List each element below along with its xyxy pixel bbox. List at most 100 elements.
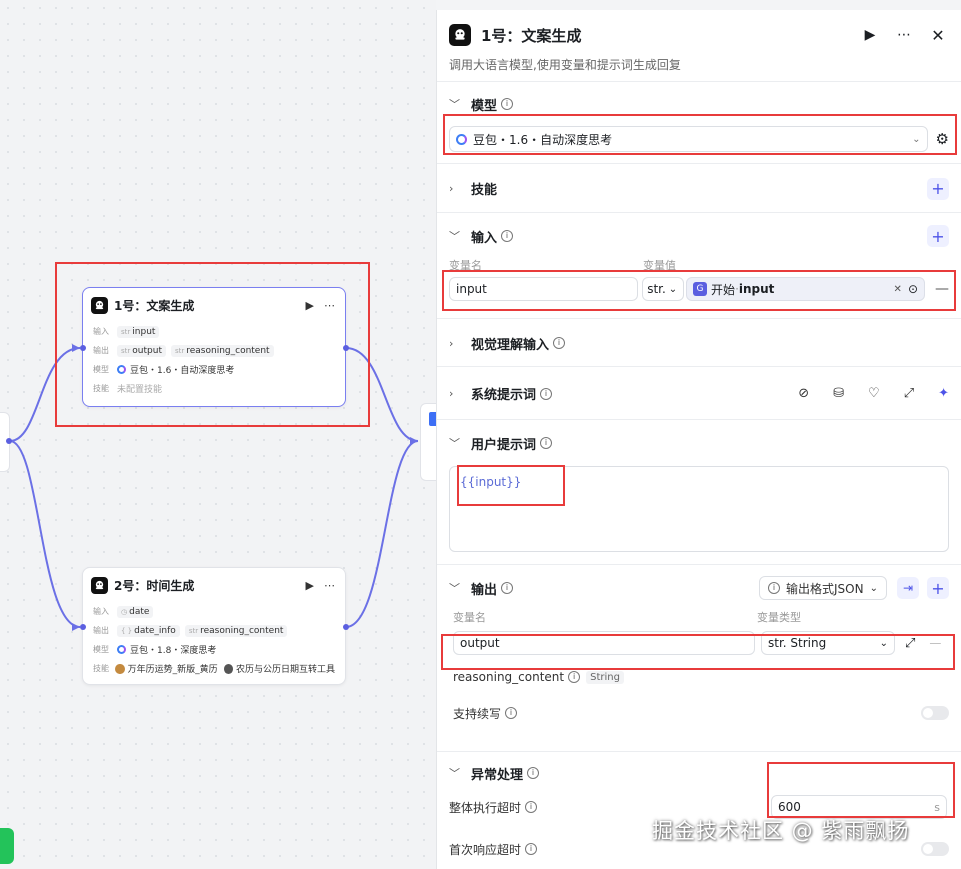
workflow-canvas[interactable]: 1号：文案生成 ▶ ⋯ 输入 str input 输出 str output str… bbox=[0, 0, 436, 869]
node2-input-port[interactable] bbox=[80, 624, 86, 630]
type-tag: str bbox=[174, 346, 185, 355]
info-icon[interactable]: i bbox=[553, 337, 566, 349]
info-icon[interactable]: i bbox=[505, 707, 518, 719]
node1-input-port[interactable] bbox=[80, 345, 86, 351]
skill-empty-text: 未配置技能 bbox=[117, 385, 163, 395]
info-icon[interactable]: i bbox=[501, 230, 514, 242]
chevron-down-icon: ⌄ bbox=[879, 637, 888, 649]
model-name: 豆包・1.8・深度思考 bbox=[130, 646, 217, 656]
type-value: str. bbox=[647, 282, 666, 296]
node-title: 2号：时间生成 bbox=[114, 578, 195, 593]
more-icon[interactable]: ⋯ bbox=[324, 579, 335, 592]
ai-optimize-icon[interactable]: ✦ bbox=[938, 386, 949, 401]
arrow-end bbox=[410, 437, 418, 445]
run-icon[interactable]: ▶ bbox=[306, 299, 314, 312]
edge-node1-end bbox=[345, 347, 419, 442]
node-config-panel: 1号：文案生成 ▶ ⋯ ✕ 调用大语言模型,使用变量和提示词生成回复 ﹀ 模型 … bbox=[436, 10, 961, 869]
start-node-icon: G bbox=[693, 282, 708, 296]
more-icon[interactable]: ⋯ bbox=[324, 299, 335, 312]
node2-output-port[interactable] bbox=[343, 624, 349, 630]
node-1-copywriting[interactable]: 1号：文案生成 ▶ ⋯ 输入 str input 输出 str output str… bbox=[82, 287, 346, 407]
row-label: 输出 bbox=[93, 346, 109, 355]
input-ref-value[interactable]: G 开始 · input ✕ ⊙ bbox=[686, 277, 925, 301]
section-model: ﹀ 模型 i 豆包・1.6・自动深度思考 ⌄ ⚙ bbox=[437, 82, 961, 164]
info-icon[interactable]: i bbox=[501, 582, 514, 594]
doubao-icon bbox=[117, 365, 126, 374]
user-prompt-editor[interactable]: {{input}} bbox=[449, 466, 949, 552]
chevron-down-icon[interactable]: ﹀ bbox=[449, 765, 463, 781]
close-icon[interactable]: ✕ bbox=[929, 26, 947, 45]
prompt-library-icon[interactable]: ⛁ bbox=[833, 386, 844, 401]
chevron-right-icon[interactable]: › bbox=[449, 387, 463, 400]
info-icon[interactable]: i bbox=[540, 437, 553, 449]
run-icon[interactable]: ▶ bbox=[306, 579, 314, 592]
more-icon[interactable]: ⋯ bbox=[895, 27, 913, 43]
run-icon[interactable]: ▶ bbox=[861, 27, 879, 43]
output-type-select[interactable]: str. String ⌄ bbox=[761, 631, 895, 655]
column-label: 变量值 bbox=[643, 259, 676, 272]
first-response-toggle[interactable] bbox=[921, 842, 949, 856]
section-skills: › 技能 + bbox=[437, 164, 961, 213]
clear-icon[interactable]: ✕ bbox=[894, 284, 902, 295]
section-exception: ﹀ 异常处理 i 整体执行超时 i 600 s 首次响应超时 i bbox=[437, 752, 961, 862]
continue-toggle[interactable] bbox=[921, 706, 949, 720]
compass-icon[interactable]: ⊘ bbox=[798, 386, 809, 401]
chip-text: input bbox=[132, 326, 156, 337]
chip-text: output bbox=[132, 345, 162, 356]
info-icon[interactable]: i bbox=[501, 98, 514, 110]
panel-description[interactable]: 调用大语言模型,使用变量和提示词生成回复 bbox=[449, 56, 947, 73]
node-output-row: 输出 { } date_info str reasoning_content bbox=[83, 621, 345, 640]
remove-output-button[interactable]: — bbox=[929, 636, 941, 650]
section-system-prompt: › 系统提示词 i ⊘ ⛁ ♡ ⤢ ✦ bbox=[437, 367, 961, 420]
start-output-port[interactable] bbox=[6, 438, 12, 444]
chevron-down-icon[interactable]: ﹀ bbox=[449, 580, 463, 596]
chevron-right-icon[interactable]: › bbox=[449, 337, 463, 350]
chip-text: date bbox=[129, 606, 150, 617]
model-select[interactable]: 豆包・1.6・自动深度思考 ⌄ bbox=[449, 126, 928, 152]
input-type-select[interactable]: str. ⌄ bbox=[642, 277, 685, 301]
chevron-down-icon[interactable]: ﹀ bbox=[449, 228, 463, 244]
model-value: 豆包・1.6・自动深度思考 bbox=[473, 132, 613, 147]
variable-picker-icon[interactable]: ⊙ bbox=[908, 282, 918, 296]
object-icon: { } bbox=[121, 626, 133, 635]
panel-title[interactable]: 1号：文案生成 bbox=[481, 25, 845, 46]
add-input-button[interactable]: + bbox=[927, 225, 949, 247]
output-var-name[interactable]: output bbox=[453, 631, 755, 655]
row-label: 模型 bbox=[93, 365, 109, 374]
chevron-right-icon[interactable]: › bbox=[449, 182, 463, 195]
add-output-button[interactable]: + bbox=[927, 577, 949, 599]
output-format-select[interactable]: i 输出格式JSON ⌄ bbox=[759, 576, 887, 600]
bulb-icon[interactable]: ♡ bbox=[868, 386, 880, 401]
info-icon[interactable]: i bbox=[525, 843, 538, 855]
info-icon[interactable]: i bbox=[540, 387, 553, 400]
remove-input-button[interactable]: — bbox=[935, 281, 949, 297]
input-var-name[interactable]: input bbox=[449, 277, 639, 301]
expand-icon[interactable]: ⤢ bbox=[905, 636, 915, 651]
end-node-stub[interactable] bbox=[420, 403, 436, 481]
row-label: 技能 bbox=[93, 384, 109, 393]
end-node-icon bbox=[429, 412, 436, 426]
gear-icon[interactable]: ⚙ bbox=[936, 130, 949, 148]
node-2-time[interactable]: 2号：时间生成 ▶ ⋯ 输入 ◷ date 输出 { } date_info str… bbox=[82, 567, 346, 685]
edge-start-node2 bbox=[9, 440, 81, 628]
chevron-down-icon[interactable]: ﹀ bbox=[449, 96, 463, 112]
clock-icon: ◷ bbox=[121, 607, 128, 616]
section-title: 输入 bbox=[471, 230, 498, 246]
chevron-down-icon[interactable]: ﹀ bbox=[449, 435, 463, 451]
field-value: output bbox=[460, 636, 500, 650]
column-label: 变量类型 bbox=[757, 611, 801, 624]
doubao-icon bbox=[117, 645, 126, 654]
section-title: 技能 bbox=[471, 183, 498, 198]
node1-output-port[interactable] bbox=[343, 345, 349, 351]
info-icon[interactable]: i bbox=[568, 671, 581, 683]
info-icon[interactable]: i bbox=[527, 767, 540, 779]
section-title: 输出 bbox=[471, 582, 498, 598]
import-icon[interactable]: ⇥ bbox=[897, 577, 919, 599]
info-icon[interactable]: i bbox=[525, 801, 538, 813]
llm-logo-icon bbox=[91, 296, 108, 314]
floating-green-button[interactable] bbox=[0, 828, 14, 864]
expand-icon[interactable]: ⤢ bbox=[904, 386, 914, 401]
add-skill-button[interactable]: + bbox=[927, 177, 949, 200]
row-label: 技能 bbox=[93, 664, 109, 673]
skill-plugin-icon bbox=[115, 663, 125, 674]
